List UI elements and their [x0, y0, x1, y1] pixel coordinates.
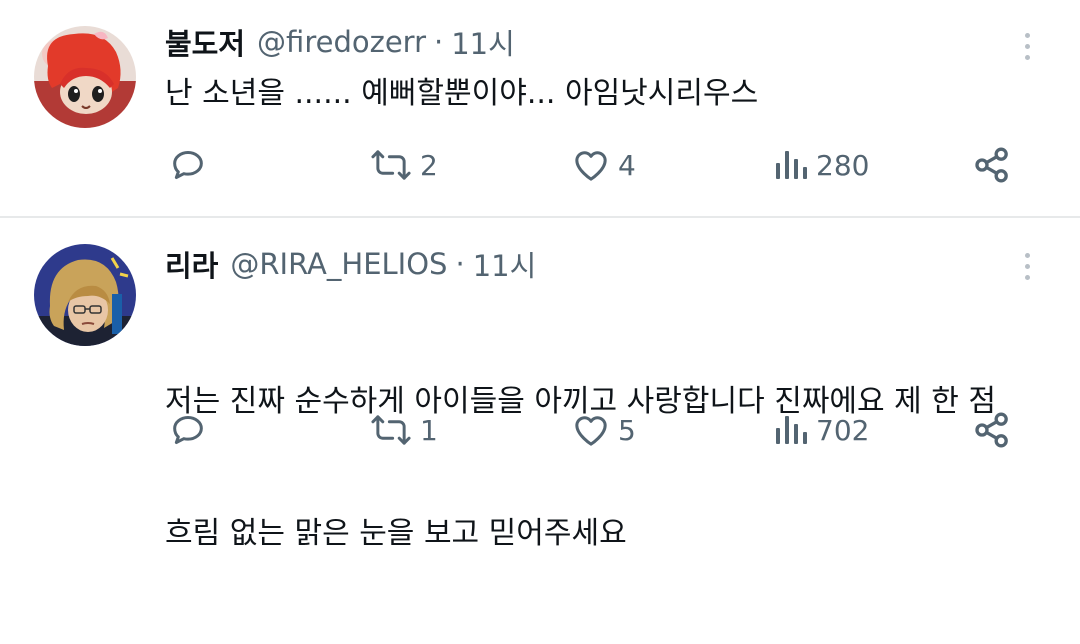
avatar[interactable]: [34, 26, 136, 128]
tweet-text: 난 소년을 ...... 예뻐할뿐이야... 아임낫시리우스: [165, 76, 759, 111]
more-icon[interactable]: [1016, 246, 1038, 286]
share-button[interactable]: [972, 405, 1012, 455]
more-icon[interactable]: [1016, 26, 1038, 66]
retweet-icon: [368, 145, 414, 185]
views-button[interactable]: 702: [774, 405, 869, 455]
avatar[interactable]: [34, 244, 136, 346]
like-count: 5: [618, 413, 636, 447]
timestamp[interactable]: 11시: [473, 243, 537, 285]
reply-icon: [168, 145, 208, 185]
reply-icon: [168, 410, 208, 450]
separator-dot: ·: [434, 25, 444, 59]
retweet-button[interactable]: 1: [368, 405, 438, 455]
separator-dot: ·: [455, 247, 465, 281]
author-handle[interactable]: @RIRA_HELIOS: [230, 247, 447, 281]
tweet-header: 리라 @RIRA_HELIOS · 11시: [165, 244, 536, 284]
reply-button[interactable]: [168, 140, 214, 190]
tweet-2[interactable]: 리라 @RIRA_HELIOS · 11시 저는 진짜 순수하게 아이들을 아끼…: [0, 218, 1080, 551]
views-count: 280: [816, 148, 870, 182]
like-button[interactable]: 5: [570, 405, 636, 455]
timestamp[interactable]: 11시: [451, 21, 515, 63]
tweet-text: 저는 진짜 순수하게 아이들을 아끼고 사랑합니다 진짜에요 제 한 점 흐림 …: [165, 292, 1045, 644]
retweet-icon: [368, 410, 414, 450]
tweet-1[interactable]: 불도저 @firedozerr · 11시 난 소년을 ...... 예뻐할뿐이…: [0, 0, 1080, 216]
views-icon: [774, 410, 810, 450]
reply-button[interactable]: [168, 405, 214, 455]
like-count: 4: [618, 148, 636, 182]
views-icon: [774, 145, 810, 185]
views-count: 702: [816, 413, 870, 447]
views-button[interactable]: 280: [774, 140, 869, 190]
share-icon: [972, 145, 1012, 185]
tweet-header: 불도저 @firedozerr · 11시: [165, 22, 515, 62]
like-button[interactable]: 4: [570, 140, 636, 190]
share-button[interactable]: [972, 140, 1012, 190]
tweet-actions: 2 4 280: [0, 140, 1080, 190]
retweet-button[interactable]: 2: [368, 140, 438, 190]
tweet-actions: 1 5 702: [0, 405, 1080, 455]
retweet-count: 1: [420, 413, 438, 447]
heart-icon: [570, 410, 612, 450]
heart-icon: [570, 145, 612, 185]
author-name[interactable]: 불도저: [165, 21, 245, 63]
share-icon: [972, 410, 1012, 450]
author-name[interactable]: 리라: [165, 243, 218, 285]
retweet-count: 2: [420, 148, 438, 182]
tweet-text-line: 흐림 없는 맑은 눈을 보고 믿어주세요: [165, 516, 627, 551]
author-handle[interactable]: @firedozerr: [257, 25, 426, 59]
